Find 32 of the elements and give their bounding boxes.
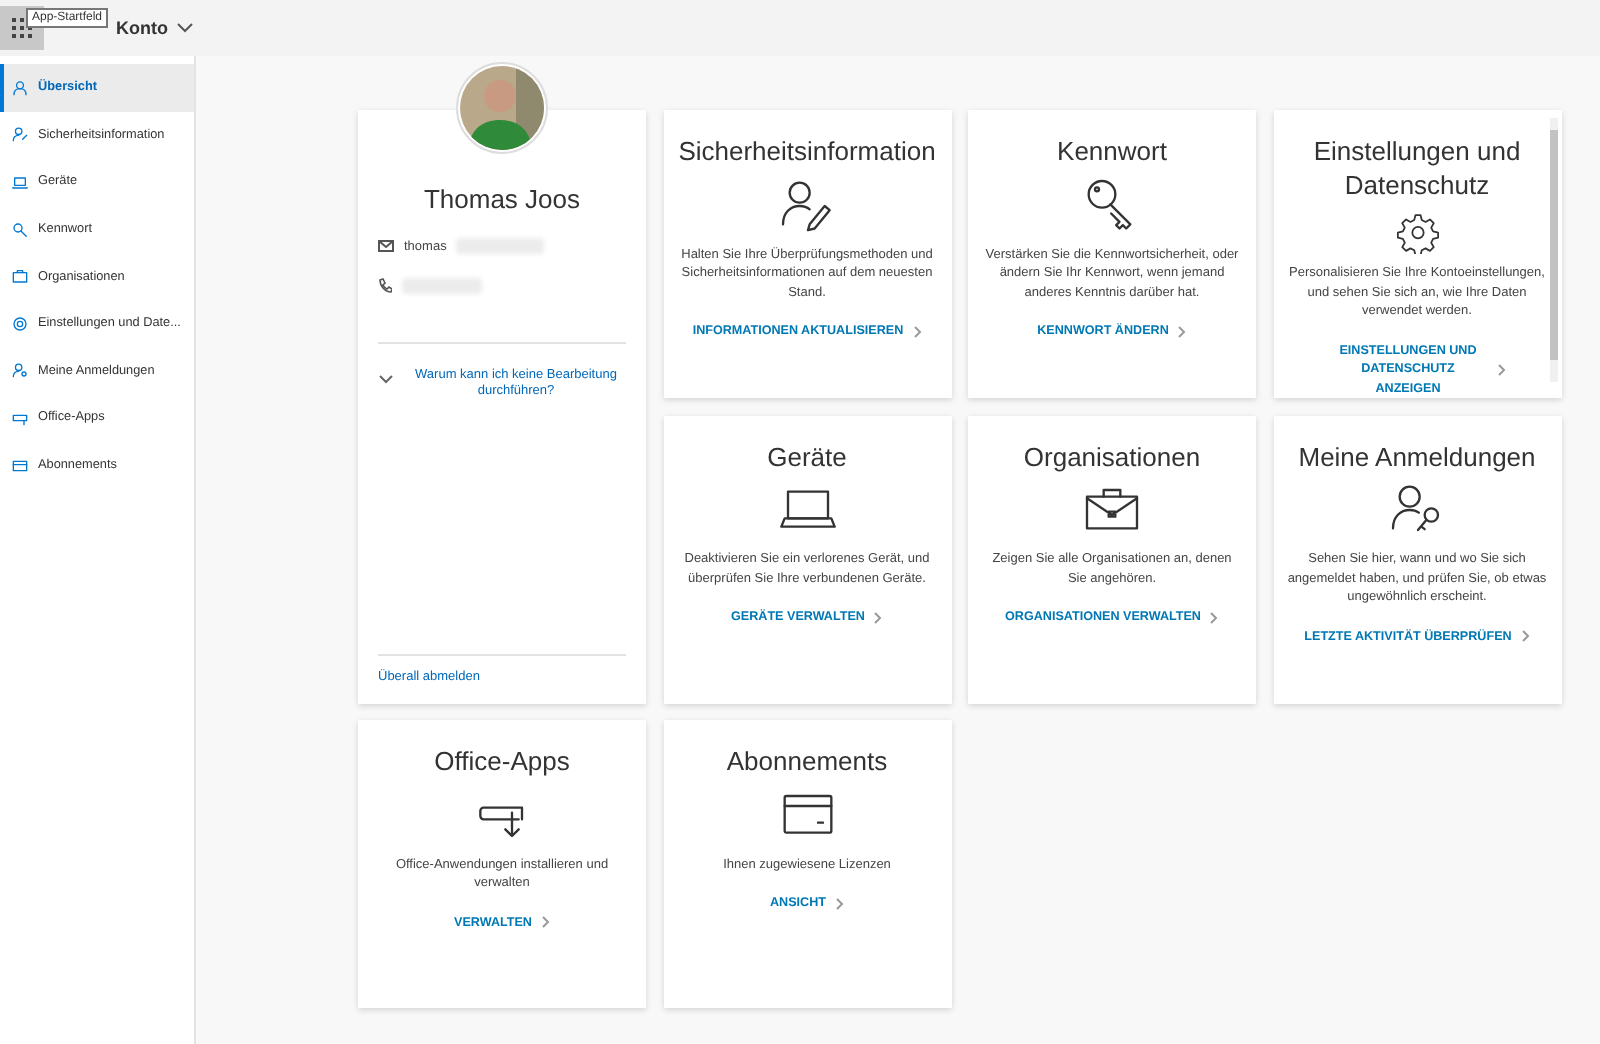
chevron-right-icon [874, 611, 883, 624]
nav-icon [12, 221, 28, 238]
card-title: Meine Anmeldungen [1298, 441, 1536, 475]
phone-icon [378, 278, 392, 294]
card-title: Abonnements [726, 746, 888, 780]
card-title: Kennwort [1057, 136, 1167, 170]
chevron-right-icon [1210, 611, 1219, 624]
chevron-down-icon[interactable] [378, 374, 394, 384]
nav-icon [12, 362, 28, 379]
nav-icon [12, 457, 28, 474]
nav-icon [12, 409, 28, 426]
card-title: Einstellungen und Datenschutz [1311, 136, 1523, 204]
nav-icon [12, 315, 28, 332]
scrollbar[interactable] [1549, 118, 1557, 382]
chevron-right-icon [1498, 363, 1506, 376]
card-title: Organisationen [1023, 441, 1201, 475]
nav-icon [12, 268, 28, 285]
nav-icon [12, 173, 28, 190]
mail-icon [378, 240, 394, 252]
card-title: Sicherheitsinformation [678, 136, 936, 170]
card-title: Office-Apps [434, 746, 570, 780]
page-title: Konto [116, 18, 168, 38]
chevron-right-icon [913, 325, 922, 338]
chevron-right-icon [541, 916, 550, 929]
chevron-right-icon [1521, 630, 1530, 643]
chevron-down-icon[interactable] [176, 22, 194, 34]
nav-icon [12, 79, 28, 96]
chevron-right-icon [1178, 325, 1187, 338]
card-title: Geräte [767, 441, 847, 475]
chevron-right-icon [836, 898, 844, 911]
user-name: Thomas Joos [421, 184, 583, 214]
nav-icon [12, 126, 28, 143]
